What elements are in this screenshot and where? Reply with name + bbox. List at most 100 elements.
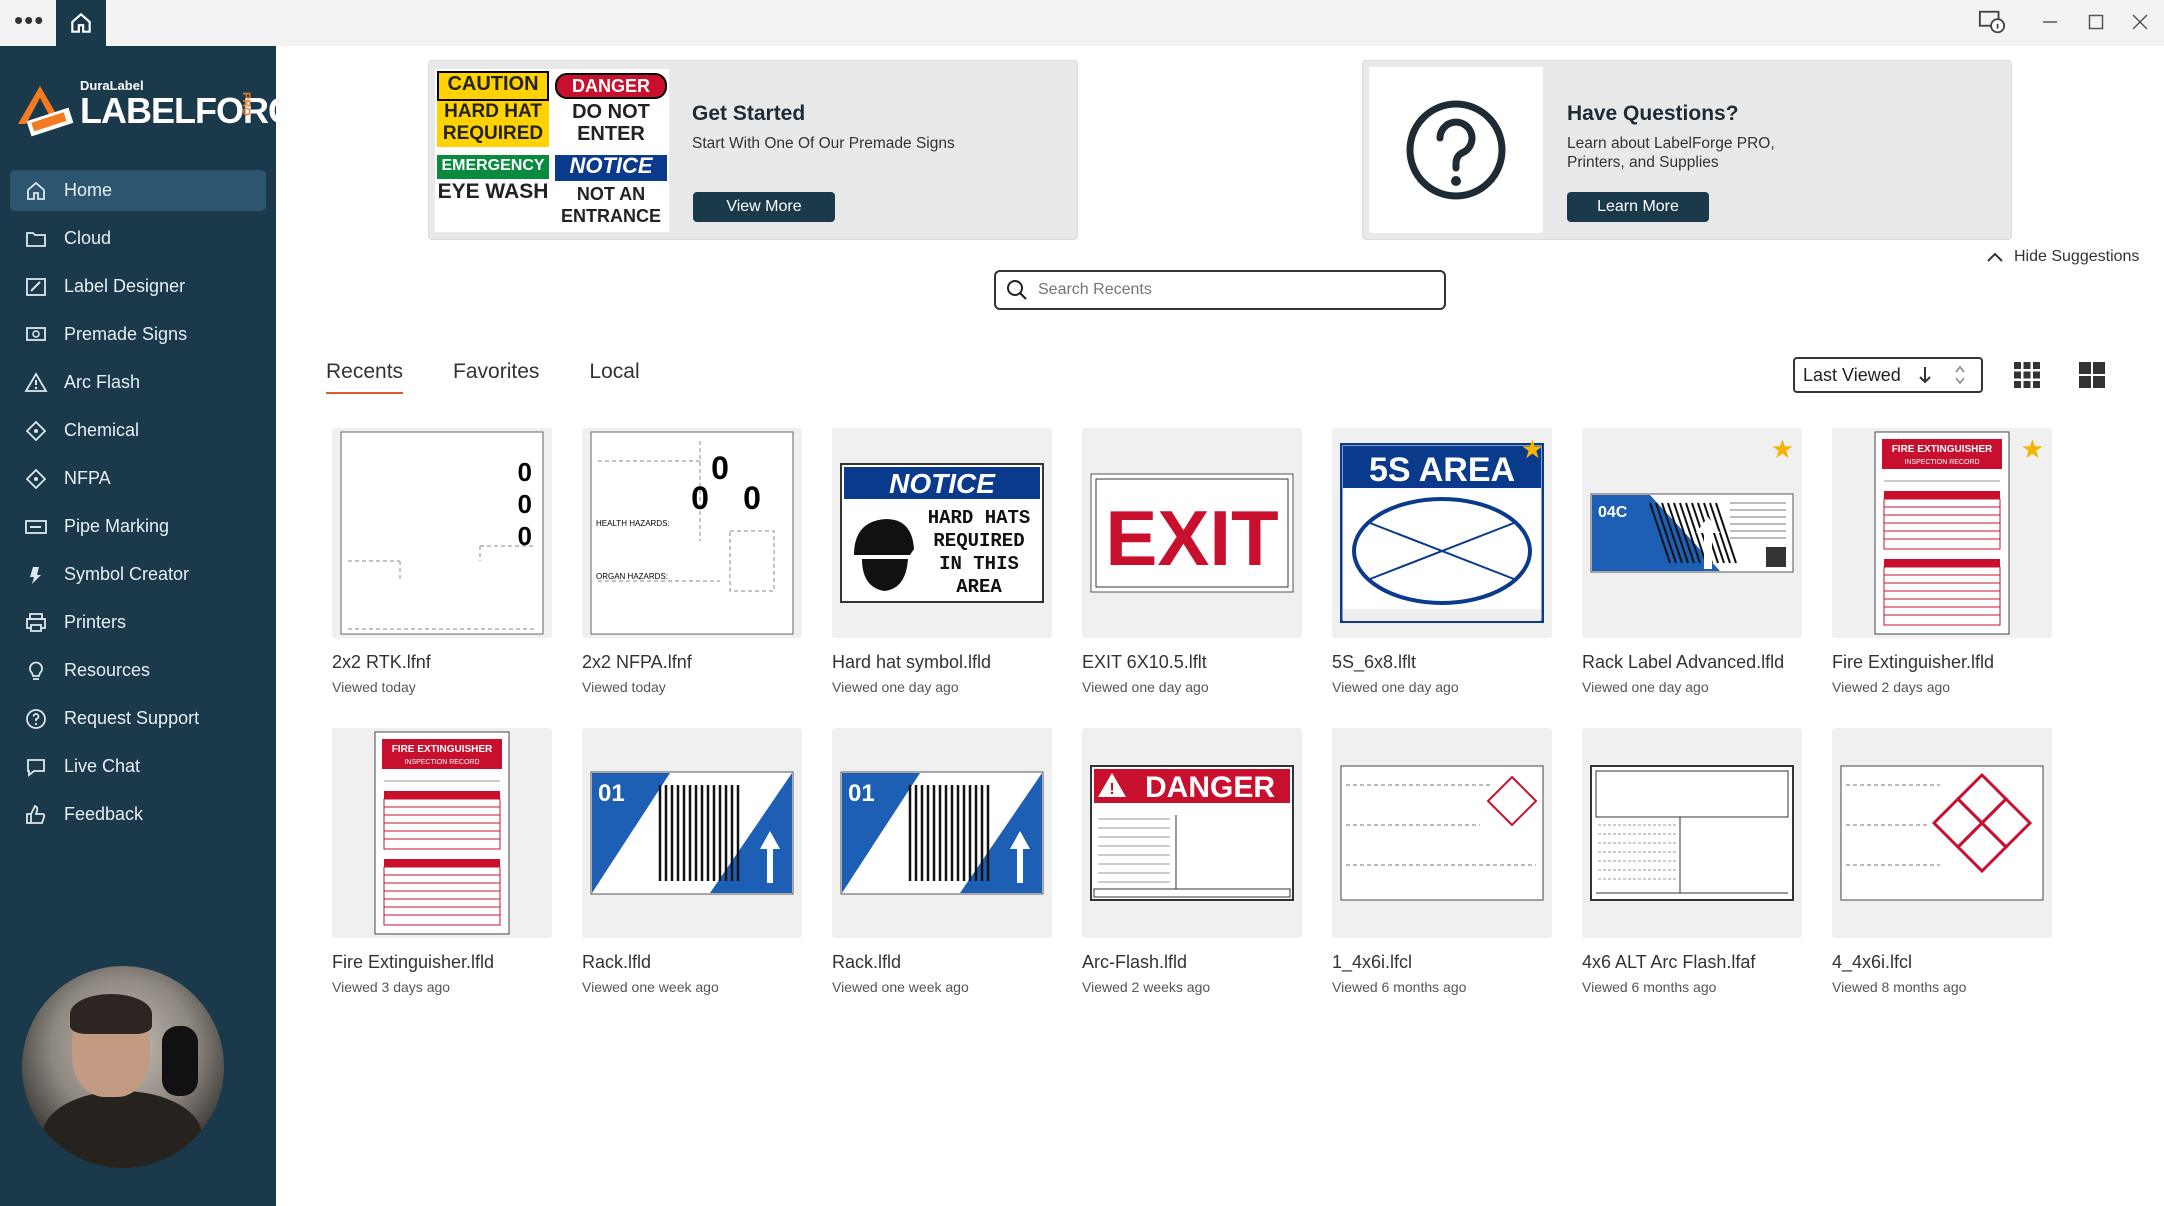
file-thumbnail[interactable]: 000 bbox=[332, 428, 552, 638]
sidebar-item-symbol-creator[interactable]: Symbol Creator bbox=[10, 554, 266, 595]
brand-suffix: PRO bbox=[240, 92, 252, 116]
file-thumbnail[interactable]: NOTICE HARD HATS REQUIRED IN THIS AREA bbox=[832, 428, 1052, 638]
file-tile[interactable]: FIRE EXTINGUISHER INSPECTION RECORD ★ Fire … bbox=[1832, 428, 2052, 695]
fire-title: FIRE EXTINGUISHER bbox=[1892, 444, 1993, 455]
diamond-icon bbox=[24, 467, 48, 491]
sidebar-item-resources[interactable]: Resources bbox=[10, 650, 266, 691]
sort-dropdown[interactable]: Last Viewed bbox=[1793, 357, 1983, 393]
tab-local[interactable]: Local bbox=[589, 360, 639, 394]
tab-recents[interactable]: Recents bbox=[326, 360, 404, 394]
hide-suggestions-toggle[interactable]: Hide Suggestions bbox=[1986, 248, 2139, 266]
notice-sign-head: NOTICE bbox=[555, 155, 667, 181]
sidebar-item-premade-signs[interactable]: Premade Signs bbox=[10, 314, 266, 355]
file-thumbnail[interactable]: 04C ★ bbox=[1582, 428, 1802, 638]
file-thumbnail[interactable]: 01 bbox=[832, 728, 1052, 938]
file-thumbnail[interactable] bbox=[1332, 728, 1552, 938]
arrow-down-icon[interactable] bbox=[1917, 365, 1933, 385]
file-thumbnail[interactable]: 5S AREA ★ bbox=[1332, 428, 1552, 638]
sidebar-item-cloud[interactable]: Cloud bbox=[10, 218, 266, 259]
maximize-icon[interactable] bbox=[2082, 8, 2110, 36]
sidebar-item-label: Premade Signs bbox=[64, 324, 188, 344]
nfpa-organ-label: ORGAN HAZARDS: bbox=[596, 572, 668, 581]
file-thumbnail[interactable]: 01 bbox=[582, 728, 802, 938]
view-more-button[interactable]: View More bbox=[693, 192, 835, 222]
file-tile[interactable]: EXIT EXIT 6X10.5.lflt Viewed one day ago bbox=[1082, 428, 1302, 695]
logo-mark-icon bbox=[18, 86, 74, 137]
file-viewed-time: Viewed one week ago bbox=[582, 979, 719, 995]
brand-name: LABELFORGE bbox=[80, 90, 319, 131]
search-input[interactable] bbox=[1038, 281, 1418, 299]
sidebar-item-home[interactable]: Home bbox=[10, 170, 266, 211]
close-icon[interactable] bbox=[2126, 8, 2154, 36]
file-tile[interactable]: 0 0 0 HEALTH HAZARDS: ORGAN HAZARDS: 2x2 NFPA… bbox=[582, 428, 802, 695]
file-name: 2x2 NFPA.lfnf bbox=[582, 652, 692, 672]
sidebar-item-pipe-marking[interactable]: Pipe Marking bbox=[10, 506, 266, 547]
file-tile[interactable]: 04C ★ Rack Label Advanced.lfld Viewed one d… bbox=[1582, 428, 1802, 695]
file-tile[interactable]: 01 Rack.lfld Viewed one week ago bbox=[582, 728, 802, 995]
sidebar: DuraLabel LABELFORGE PRO Home Cloud Label … bbox=[0, 46, 319, 1206]
file-tile[interactable]: FIRE EXTINGUISHER INSPECTION RECORD Fire E… bbox=[332, 728, 552, 995]
get-started-text: Start With One Of Our Premade Signs bbox=[692, 135, 955, 152]
sidebar-item-label: Home bbox=[64, 180, 113, 200]
minimize-icon[interactable] bbox=[2036, 8, 2064, 36]
thumb-chemical-label-4 bbox=[1840, 765, 2044, 901]
sidebar-item-label: Resources bbox=[64, 660, 151, 680]
file-viewed-time: Viewed one week ago bbox=[832, 979, 969, 995]
notice-sign-body: NOT AN ENTRANCE bbox=[560, 184, 661, 226]
emergency-sign-head: EMERGENCY bbox=[437, 155, 549, 179]
sidebar-item-chemical[interactable]: Chemical bbox=[10, 410, 266, 451]
search-icon bbox=[1007, 280, 1027, 300]
favorite-star-icon[interactable]: ★ bbox=[1771, 434, 1794, 465]
file-tile[interactable]: 4x6 ALT Arc Flash.lfaf Viewed 6 months ag… bbox=[1582, 728, 1802, 995]
title-bar: ••• bbox=[0, 0, 2164, 46]
sidebar-item-request-support[interactable]: Request Support bbox=[10, 698, 266, 739]
printer-icon bbox=[24, 611, 48, 635]
thumb-exit-sign: EXIT bbox=[1090, 473, 1294, 593]
file-tile[interactable]: 0 0 0 2x2 RTK.lfnf Viewed today bbox=[332, 428, 552, 695]
file-tile[interactable]: 4_4x6i.lfcl Viewed 8 months ago bbox=[1832, 728, 2052, 995]
sidebar-item-feedback[interactable]: Feedback bbox=[10, 794, 266, 835]
nfpa-digit: 0 bbox=[711, 450, 729, 486]
file-tile[interactable]: 1_4x6i.lfcl Viewed 6 months ago bbox=[1332, 728, 1552, 995]
favorite-star-icon[interactable]: ★ bbox=[1521, 434, 1544, 465]
symbol-creator-icon bbox=[24, 563, 48, 587]
file-thumbnail[interactable] bbox=[1582, 728, 1802, 938]
sidebar-item-label: Live Chat bbox=[64, 756, 141, 776]
learn-more-button[interactable]: Learn More bbox=[1567, 192, 1709, 222]
label-designer-icon bbox=[24, 275, 48, 299]
favorite-star-icon[interactable]: ★ bbox=[2021, 434, 2044, 465]
monitor-info-icon[interactable] bbox=[1978, 8, 2006, 36]
get-started-card: CAUTION HARD HAT REQUIRED DANGER DO NOT … bbox=[428, 60, 1078, 240]
sidebar-item-arc-flash[interactable]: Arc Flash bbox=[10, 362, 266, 403]
chat-bubble-icon bbox=[24, 755, 48, 779]
sidebar-item-label-designer[interactable]: Label Designer bbox=[10, 266, 266, 307]
sidebar-item-live-chat[interactable]: Live Chat bbox=[10, 746, 266, 787]
have-questions-text: Learn about LabelForge PRO, Printers, an… bbox=[1567, 135, 1775, 171]
tab-favorites[interactable]: Favorites bbox=[453, 360, 539, 394]
home-tab[interactable] bbox=[56, 0, 106, 46]
more-dots-icon[interactable]: ••• bbox=[14, 7, 44, 33]
file-thumbnail[interactable]: 0 0 0 HEALTH HAZARDS: ORGAN HAZARDS: bbox=[582, 428, 802, 638]
sidebar-item-nfpa[interactable]: NFPA bbox=[10, 458, 266, 499]
file-name: EXIT 6X10.5.lflt bbox=[1082, 652, 1207, 672]
notice-body: HARD HATS REQUIRED IN THIS AREA bbox=[927, 507, 1031, 598]
file-tile[interactable]: 01 Rack.lfld Viewed one week ago bbox=[832, 728, 1052, 995]
file-thumbnail[interactable] bbox=[1832, 728, 2052, 938]
file-tile[interactable]: 5S AREA ★ 5S_6x8.lflt Viewed one day ago bbox=[1332, 428, 1552, 695]
file-tile[interactable]: NOTICE HARD HATS REQUIRED IN THIS AREA Har… bbox=[832, 428, 1052, 695]
small-grid-view-icon[interactable] bbox=[2012, 360, 2042, 390]
search-recents-box[interactable] bbox=[994, 270, 1446, 310]
file-thumbnail[interactable]: FIRE EXTINGUISHER INSPECTION RECORD bbox=[332, 728, 552, 938]
file-thumbnail[interactable]: EXIT bbox=[1082, 428, 1302, 638]
home-icon bbox=[71, 12, 91, 33]
file-name: 2x2 RTK.lfnf bbox=[332, 652, 431, 672]
sidebar-item-printers[interactable]: Printers bbox=[10, 602, 266, 643]
rtk-digit: 0 bbox=[518, 521, 532, 551]
file-thumbnail[interactable]: ! DANGER bbox=[1082, 728, 1302, 938]
file-thumbnail[interactable]: FIRE EXTINGUISHER INSPECTION RECORD ★ bbox=[1832, 428, 2052, 638]
rtk-digit: 0 bbox=[518, 457, 532, 487]
file-tile[interactable]: ! DANGER Arc-Flash.lfld Viewed 2 weeks ago bbox=[1082, 728, 1302, 995]
caution-sign-head: CAUTION bbox=[437, 71, 549, 101]
large-grid-view-icon[interactable] bbox=[2077, 360, 2107, 390]
thumb-chemical-label-1 bbox=[1340, 765, 1544, 901]
